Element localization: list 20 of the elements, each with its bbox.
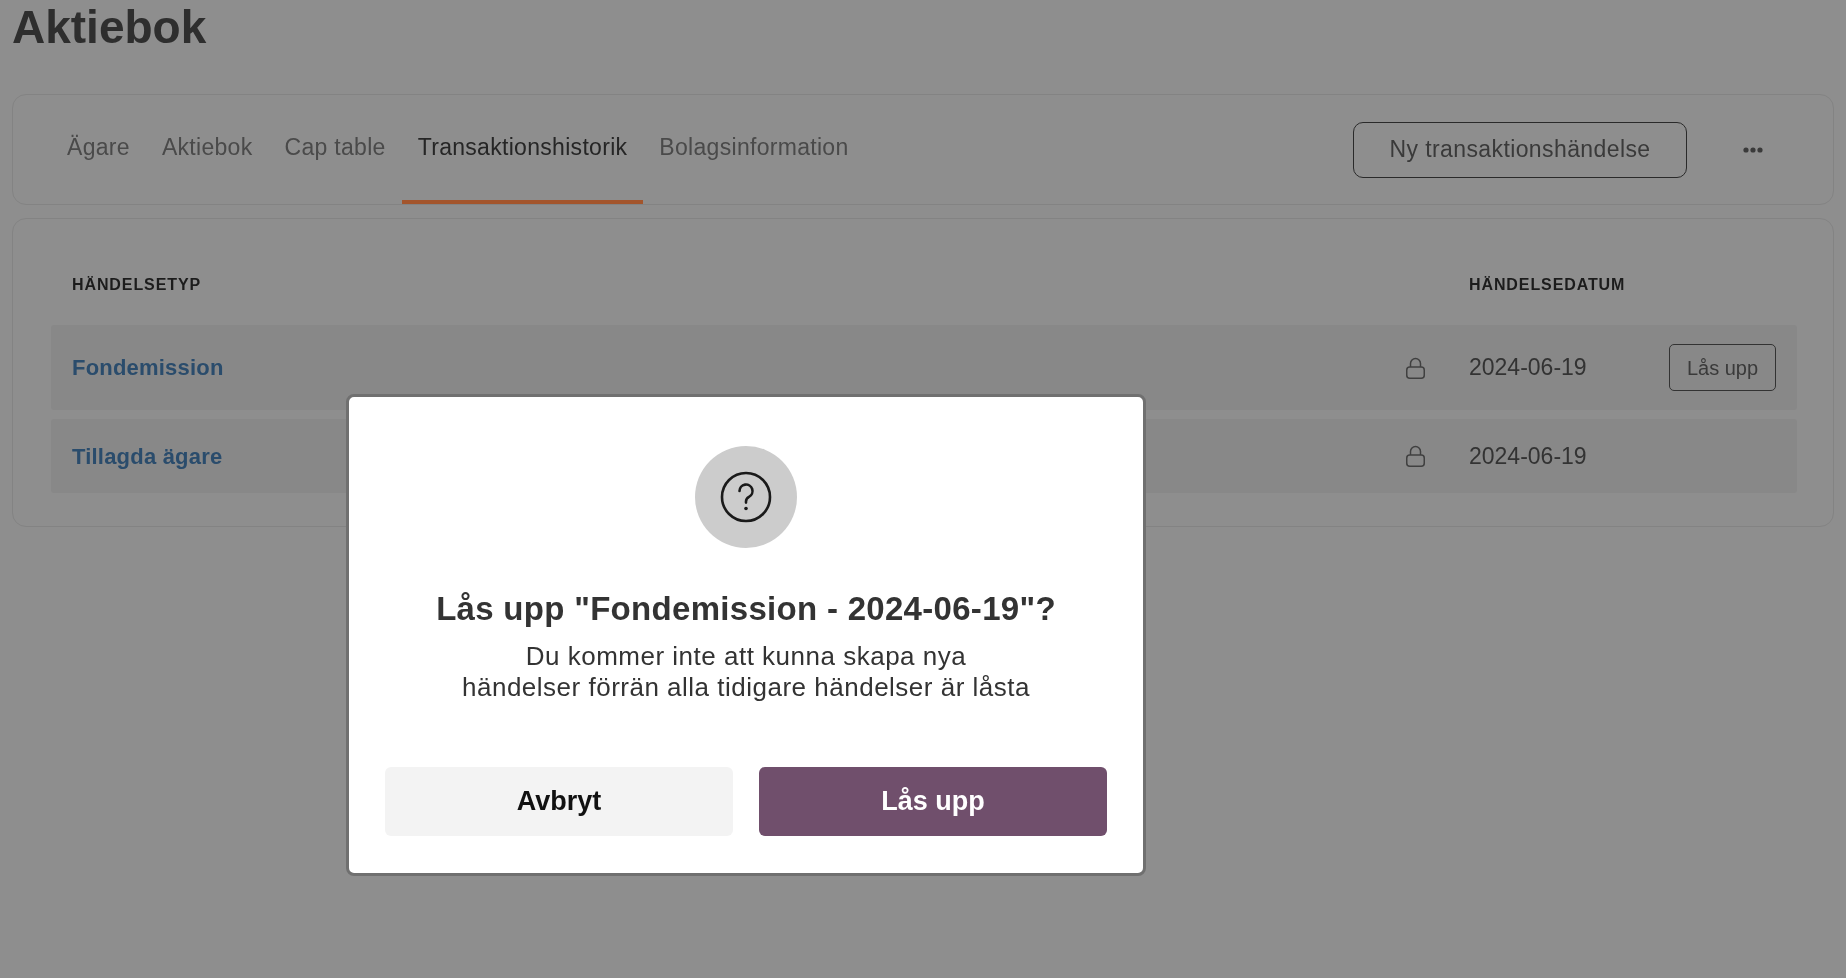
unlock-button[interactable]: Lås upp [1669, 344, 1776, 391]
dialog-message: Du kommer inte att kunna skapa nya händelser förrän alla tidigare händelser är låsta [462, 641, 1030, 703]
dialog-title: Lås upp "Fondemission - 2024-06-19"? [436, 589, 1056, 629]
event-type-link[interactable]: Fondemission [72, 351, 224, 384]
event-date: 2024-06-19 [1469, 354, 1587, 381]
tab[interactable]: Ägare [51, 95, 146, 204]
tab[interactable]: Transaktionshistorik [401, 95, 644, 204]
new-transaction-button[interactable]: Ny transaktionshändelse [1353, 121, 1687, 178]
more-icon[interactable] [1743, 146, 1763, 153]
tab[interactable]: Bolagsinformation [643, 95, 865, 204]
tab[interactable]: Cap table [268, 95, 402, 204]
question-icon [695, 446, 797, 548]
event-type-link[interactable]: Tillagda ägare [72, 439, 223, 473]
confirm-button[interactable]: Lås upp [759, 767, 1107, 836]
tab[interactable]: Aktiebok [145, 95, 269, 204]
cancel-button[interactable]: Avbryt [385, 767, 733, 836]
column-header: HÄNDELSETYP [72, 275, 202, 295]
page-title: Aktiebok [12, 0, 207, 55]
column-header: HÄNDELSEDATUM [1469, 276, 1626, 293]
event-date: 2024-06-19 [1469, 442, 1587, 469]
